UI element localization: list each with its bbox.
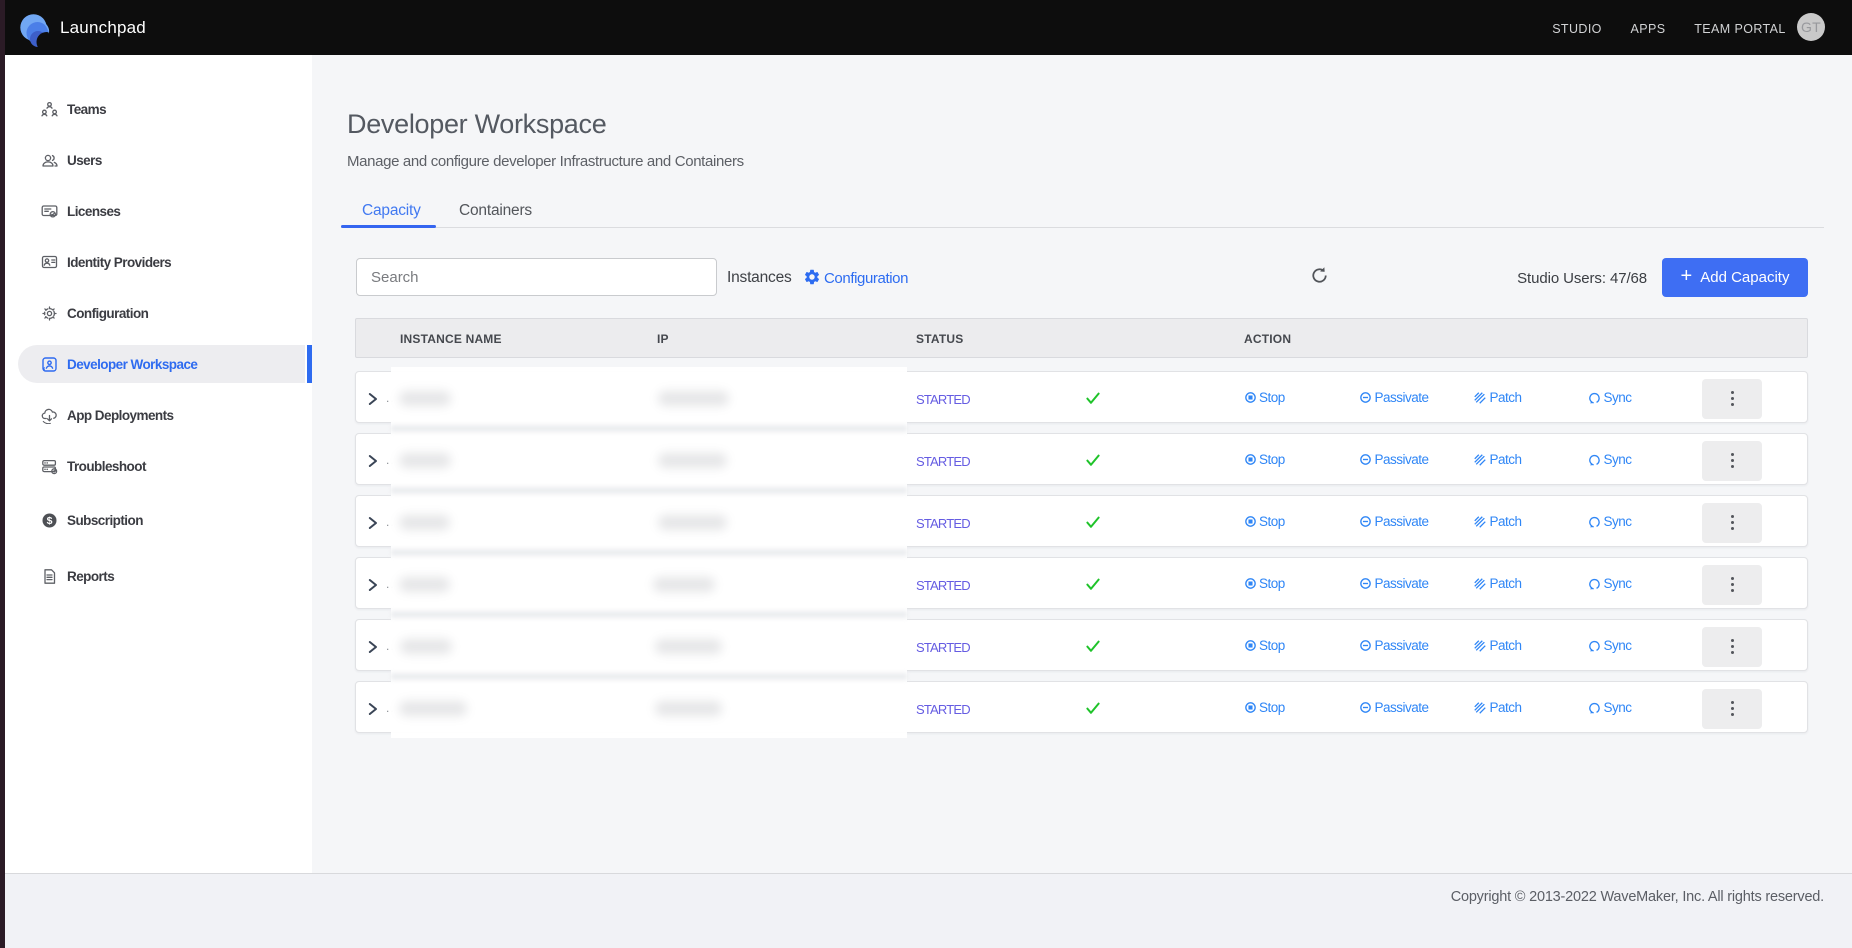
svg-text:$: $ [47, 515, 53, 527]
